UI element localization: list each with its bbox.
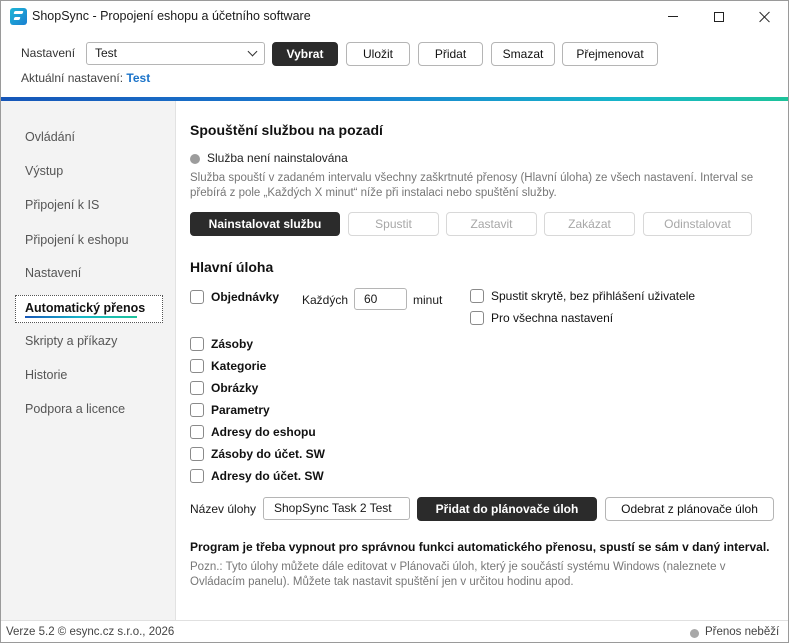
settings-label: Nastavení (21, 46, 76, 60)
stop-service-button[interactable]: Zastavit (446, 212, 537, 236)
close-icon (759, 11, 771, 23)
checkbox-label: Zásoby (211, 337, 254, 351)
minimize-button[interactable] (650, 1, 696, 32)
checkbox-run-hidden[interactable]: Spustit skrytě, bez přihlášení uživatele (470, 289, 695, 303)
delete-button[interactable]: Smazat (491, 42, 555, 66)
checkbox-label: Objednávky (211, 290, 280, 304)
disable-service-button[interactable]: Zakázat (544, 212, 635, 236)
title-bar: ShopSync - Propojení eshopu a účetního s… (1, 1, 788, 32)
checkbox-zasoby[interactable]: Zásoby (190, 337, 253, 351)
checkbox-box[interactable] (190, 403, 204, 417)
sidebar-item-nastaveni[interactable]: Nastavení (25, 266, 81, 280)
save-button[interactable]: Uložit (346, 42, 410, 66)
checkbox-objednavky[interactable]: Objednávky (190, 290, 279, 304)
current-settings: Aktuální nastavení: Test (21, 71, 150, 85)
every-label: Každých (302, 293, 349, 307)
close-button[interactable] (742, 1, 788, 32)
checkbox-box[interactable] (190, 290, 204, 304)
sidebar-item-vystup[interactable]: Výstup (25, 164, 63, 178)
sidebar-item-podpora[interactable]: Podpora a licence (25, 402, 125, 416)
checkbox-box[interactable] (190, 359, 204, 373)
checkbox-label: Adresy do účet. SW (211, 469, 324, 483)
checkbox-box[interactable] (190, 447, 204, 461)
add-button[interactable]: Přidat (418, 42, 483, 66)
checkbox-box[interactable] (190, 469, 204, 483)
active-underline (25, 316, 137, 318)
interval-input[interactable]: 60 (354, 288, 407, 310)
checkbox-label: Kategorie (211, 359, 267, 373)
transfer-status-dot (690, 629, 699, 638)
sidebar-item-pripojeni-is[interactable]: Připojení k IS (25, 198, 99, 212)
checkbox-label: Zásoby do účet. SW (211, 447, 326, 461)
checkbox-label: Spustit skrytě, bez přihlášení uživatele (491, 289, 696, 303)
checkbox-box[interactable] (190, 337, 204, 351)
service-description: Služba spouští v zadaném intervalu všech… (190, 172, 754, 199)
settings-select-value: Test (95, 46, 118, 60)
start-service-button[interactable]: Spustit (348, 212, 439, 236)
restart-note: Program je třeba vypnout pro správnou fu… (190, 540, 770, 554)
sidebar-item-pripojeni-eshop[interactable]: Připojení k eshopu (25, 233, 129, 247)
sidebar-item-historie[interactable]: Historie (25, 368, 67, 382)
minimize-icon (668, 16, 678, 17)
task-name-label: Název úlohy (190, 502, 257, 516)
service-status-dot (190, 154, 200, 164)
remove-from-scheduler-button[interactable]: Odebrat z plánovače úloh (605, 497, 774, 521)
sidebar: Ovládání Výstup Připojení k IS Připojení… (1, 101, 176, 620)
checkbox-label: Obrázky (211, 381, 259, 395)
window-title: ShopSync - Propojení eshopu a účetního s… (32, 9, 311, 23)
uninstall-service-button[interactable]: Odinstalovat (643, 212, 752, 236)
settings-select[interactable]: Test (86, 42, 265, 65)
checkbox-label: Parametry (211, 403, 270, 417)
sidebar-item-skripty[interactable]: Skripty a příkazy (25, 334, 117, 348)
current-settings-label: Aktuální nastavení: (21, 71, 124, 85)
task-name-input[interactable]: ShopSync Task 2 Test (263, 497, 410, 520)
select-button[interactable]: Vybrat (272, 42, 338, 66)
app-logo-icon (10, 8, 27, 25)
chevron-down-icon (247, 46, 258, 57)
checkbox-label: Adresy do eshopu (211, 425, 316, 439)
maximize-icon (714, 11, 724, 22)
sidebar-item-label: Automatický přenos (25, 301, 146, 315)
add-to-scheduler-button[interactable]: Přidat do plánovače úloh (417, 497, 597, 521)
sidebar-item-ovladani[interactable]: Ovládání (25, 130, 75, 144)
checkbox-box[interactable] (190, 425, 204, 439)
minute-label: minut (413, 293, 443, 307)
checkbox-adresy-ucet[interactable]: Adresy do účet. SW (190, 469, 324, 483)
main-task-heading: Hlavní úloha (190, 259, 274, 275)
checkbox-all-settings[interactable]: Pro všechna nastavení (470, 311, 613, 325)
install-service-button[interactable]: Nainstalovat službu (190, 212, 340, 236)
maximize-button[interactable] (696, 1, 742, 32)
checkbox-adresy-eshop[interactable]: Adresy do eshopu (190, 425, 316, 439)
checkbox-zasoby-ucet[interactable]: Zásoby do účet. SW (190, 447, 325, 461)
checkbox-box[interactable] (470, 289, 484, 303)
checkbox-box[interactable] (190, 381, 204, 395)
scheduler-note: Pozn.: Tyto úlohy můžete dále editovat v… (190, 561, 726, 588)
transfer-status: Přenos neběží (705, 626, 780, 638)
rename-button[interactable]: Přejmenovat (562, 42, 658, 66)
current-settings-value: Test (126, 71, 151, 85)
status-bar: Verze 5.2 © esync.cz s.r.o., 2026 Přenos… (1, 620, 788, 642)
checkbox-kategorie[interactable]: Kategorie (190, 359, 266, 373)
checkbox-obrazky[interactable]: Obrázky (190, 381, 258, 395)
app-window: ShopSync - Propojení eshopu a účetního s… (0, 0, 789, 643)
sidebar-item-automaticky-prenos[interactable]: Automatický přenos (15, 295, 163, 323)
checkbox-box[interactable] (470, 311, 484, 325)
version-text: Verze 5.2 © esync.cz s.r.o., 2026 (6, 626, 175, 638)
checkbox-label: Pro všechna nastavení (491, 311, 614, 325)
service-status: Služba není nainstalována (207, 151, 348, 165)
service-heading: Spouštění službou na pozadí (190, 122, 383, 138)
checkbox-parametry[interactable]: Parametry (190, 403, 270, 417)
